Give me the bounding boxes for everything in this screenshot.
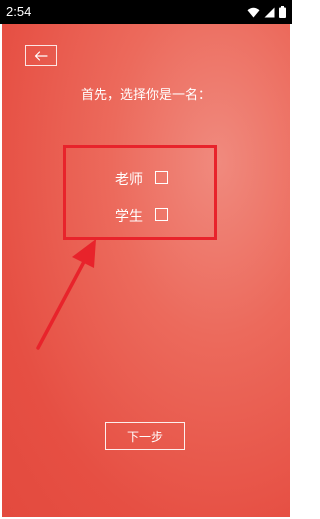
wifi-icon [247,7,260,17]
status-time: 2:54 [6,4,32,19]
arrow-left-icon [34,50,48,61]
teacher-checkbox[interactable] [155,170,168,184]
status-icons [247,5,286,19]
annotation-arrow-icon [36,239,96,350]
role-option-teacher[interactable]: 老师 [115,169,168,189]
next-button[interactable]: 下一步 [105,422,185,450]
role-option-student[interactable]: 学生 [115,206,168,226]
battery-icon [279,6,286,18]
back-button[interactable] [25,45,57,66]
role-label-student: 学生 [115,209,143,225]
prompt-text: 首先，选择你是一名： [80,88,211,103]
student-checkbox[interactable] [155,207,168,221]
status-bar: 2:54 [0,0,292,24]
role-label-teacher: 老师 [115,172,143,188]
role-selection-screen: 首先，选择你是一名： 老师 学生 下一步 [2,24,290,517]
signal-icon [264,7,275,17]
